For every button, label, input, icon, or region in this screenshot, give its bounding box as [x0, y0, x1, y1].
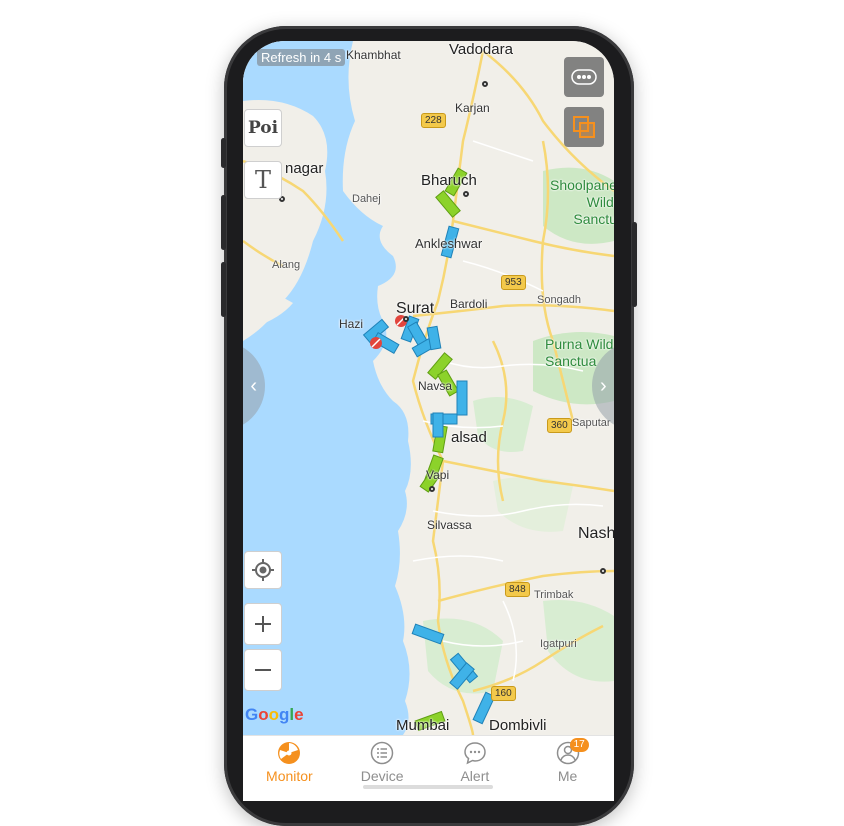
map-label-alang: Alang	[272, 259, 301, 271]
highway-shield: 360	[547, 418, 572, 433]
refresh-countdown: Refresh in 4 s	[257, 49, 346, 66]
highway-shield: 848	[505, 582, 530, 597]
map-label-karjan: Karjan	[455, 101, 490, 115]
city-marker	[600, 568, 606, 574]
zoom-out-button[interactable]	[244, 649, 282, 691]
map-label-hazira: Hazi	[339, 317, 364, 331]
phone-volume-down	[221, 262, 226, 317]
map-label-ankleshwar: Ankleshwar	[415, 236, 483, 251]
tab-me[interactable]: 17 Me	[521, 736, 614, 801]
highway-shield: 160	[491, 686, 516, 701]
layers-icon	[573, 116, 595, 138]
zoom-in-button[interactable]	[244, 603, 282, 645]
poi-toggle-button[interactable]: Poi	[244, 109, 282, 147]
map-label-bharuch: Bharuch	[421, 172, 477, 189]
tab-monitor[interactable]: Monitor	[243, 736, 336, 801]
map-label-navsari: Navsa	[418, 379, 453, 393]
text-label-toggle-button[interactable]: T	[244, 161, 282, 199]
notification-badge: 17	[569, 738, 589, 752]
highway-shield: 953	[501, 275, 526, 290]
map-label-trimbak: Trimbak	[534, 589, 574, 601]
map-label-songadh: Songadh	[537, 294, 582, 306]
plus-icon	[255, 616, 271, 632]
highway-shield: 228	[421, 113, 446, 128]
tab-monitor-label: Monitor	[266, 768, 313, 784]
target-icon	[252, 559, 274, 581]
map-label-dombivli: Dombivli	[489, 717, 547, 734]
map-view[interactable]: Khambhat Vadodara Karjan nagar Bharuch D…	[243, 41, 614, 736]
map-label-dahej: Dahej	[352, 193, 381, 205]
chevron-right-icon: ›	[600, 374, 607, 397]
tab-me-label: Me	[557, 768, 578, 784]
map-label-shoolpaneshwar: Shoolpane Wildl Sanctu	[550, 177, 614, 227]
map-label-khambhat: Khambhat	[346, 48, 401, 62]
tab-alert[interactable]: Alert	[429, 736, 522, 801]
text-tool-label: T	[254, 166, 271, 194]
more-dots-icon	[571, 69, 597, 85]
bottom-tab-bar: Monitor Device Alert 17 Me	[243, 735, 614, 801]
map-label-igatpuri: Igatpuri	[540, 638, 577, 650]
map-label-nashik: Nash	[578, 525, 614, 542]
home-indicator	[363, 785, 493, 789]
minus-icon	[255, 669, 271, 671]
phone-silent-switch	[221, 138, 226, 168]
map-label-silvassa: Silvassa	[427, 518, 472, 532]
map-label-mumbai: Mumbai	[396, 717, 450, 734]
chevron-left-icon: ‹	[250, 374, 257, 397]
chat-icon	[464, 742, 486, 765]
city-marker	[482, 81, 488, 87]
city-marker	[429, 486, 435, 492]
phone-volume-up	[221, 195, 226, 250]
app-screen: Khambhat Vadodara Karjan nagar Bharuch D…	[243, 41, 614, 801]
monitor-icon	[278, 742, 301, 764]
phone-power-button	[632, 222, 637, 307]
my-location-button[interactable]	[244, 551, 282, 589]
layers-button[interactable]	[564, 107, 604, 147]
city-marker	[463, 191, 469, 197]
more-options-button[interactable]	[564, 57, 604, 97]
tab-device[interactable]: Device	[336, 736, 429, 801]
poi-label: Poi	[247, 118, 279, 138]
google-attribution: Google	[245, 705, 304, 724]
map-label-saputara: Saputar	[572, 417, 611, 429]
map-label-vadodara: Vadodara	[449, 41, 513, 58]
list-icon	[370, 741, 394, 765]
map-label-vapi: Vapi	[426, 468, 450, 482]
map-label-nagar: nagar	[285, 160, 324, 177]
map-label-bardoli: Bardoli	[450, 297, 488, 311]
tab-alert-label: Alert	[460, 768, 490, 784]
map-label-valsad: alsad	[451, 429, 487, 446]
map-label-surat: Surat	[396, 300, 435, 317]
tab-device-label: Device	[360, 768, 404, 784]
